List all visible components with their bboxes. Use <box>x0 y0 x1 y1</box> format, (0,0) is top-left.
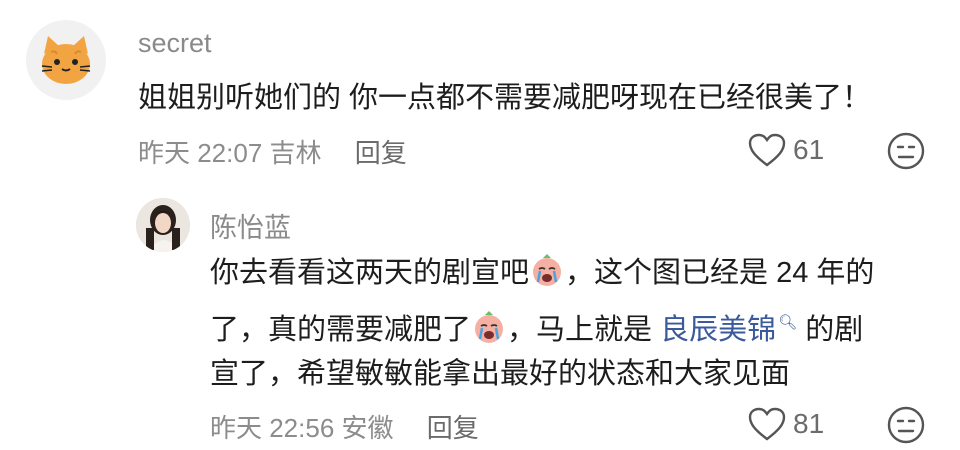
search-icon: 🔍︎ <box>778 314 798 331</box>
heart-outline-icon <box>748 133 786 167</box>
cat-icon <box>41 36 91 84</box>
heart-outline-icon <box>748 407 786 441</box>
comment-text: 姐姐别听她们的 你一点都不需要减肥呀现在已经很美了！ <box>138 82 872 114</box>
comment-username[interactable]: 陈怡蓝 <box>210 206 291 245</box>
like-button[interactable]: 81 <box>747 406 824 442</box>
comment-time: 昨天 22:07 <box>138 138 263 168</box>
comment-text-line-1: 你去看看这两天的剧宣吧 ，这个图已经是 24 年的 <box>210 249 874 303</box>
comment-username[interactable]: secret <box>138 28 212 59</box>
meh-face-icon <box>887 406 925 444</box>
text-segment: ，马上就是 <box>507 314 661 346</box>
dislike-button[interactable] <box>886 131 926 176</box>
like-count: 81 <box>793 408 825 439</box>
meh-face-icon <box>887 132 925 170</box>
comment-text-line-3: 宣了，希望敏敏能拿出最好的状态和大家见面 <box>210 358 791 390</box>
reply-button[interactable]: 回复 <box>427 413 479 443</box>
comment-meta: 昨天 22:07 吉林 回复 <box>138 133 407 170</box>
crying-face-emoji <box>529 252 565 303</box>
text-segment: 的剧 <box>797 314 864 346</box>
text-segment: 了，真的需要减肥了 <box>210 314 472 346</box>
text-segment: ，这个图已经是 24 年的 <box>565 257 875 289</box>
avatar-user[interactable] <box>136 198 190 252</box>
avatar-cat[interactable] <box>26 20 106 100</box>
topic-link[interactable]: 良辰美锦 🔍︎ <box>660 314 797 346</box>
comment-location: 吉林 <box>269 138 322 168</box>
reply-button[interactable]: 回复 <box>355 138 407 168</box>
user-photo <box>136 198 190 252</box>
comment-time: 昨天 22:56 <box>210 413 335 443</box>
dislike-button[interactable] <box>886 405 926 450</box>
text-segment: 你去看看这两天的剧宣吧 <box>210 257 530 289</box>
like-count: 61 <box>793 134 825 165</box>
comment-meta: 昨天 22:56 安徽 回复 <box>210 408 479 445</box>
topic-link-label[interactable]: 良辰美锦 <box>660 314 776 346</box>
like-button[interactable]: 61 <box>747 132 824 168</box>
comment-location: 安徽 <box>341 413 394 443</box>
